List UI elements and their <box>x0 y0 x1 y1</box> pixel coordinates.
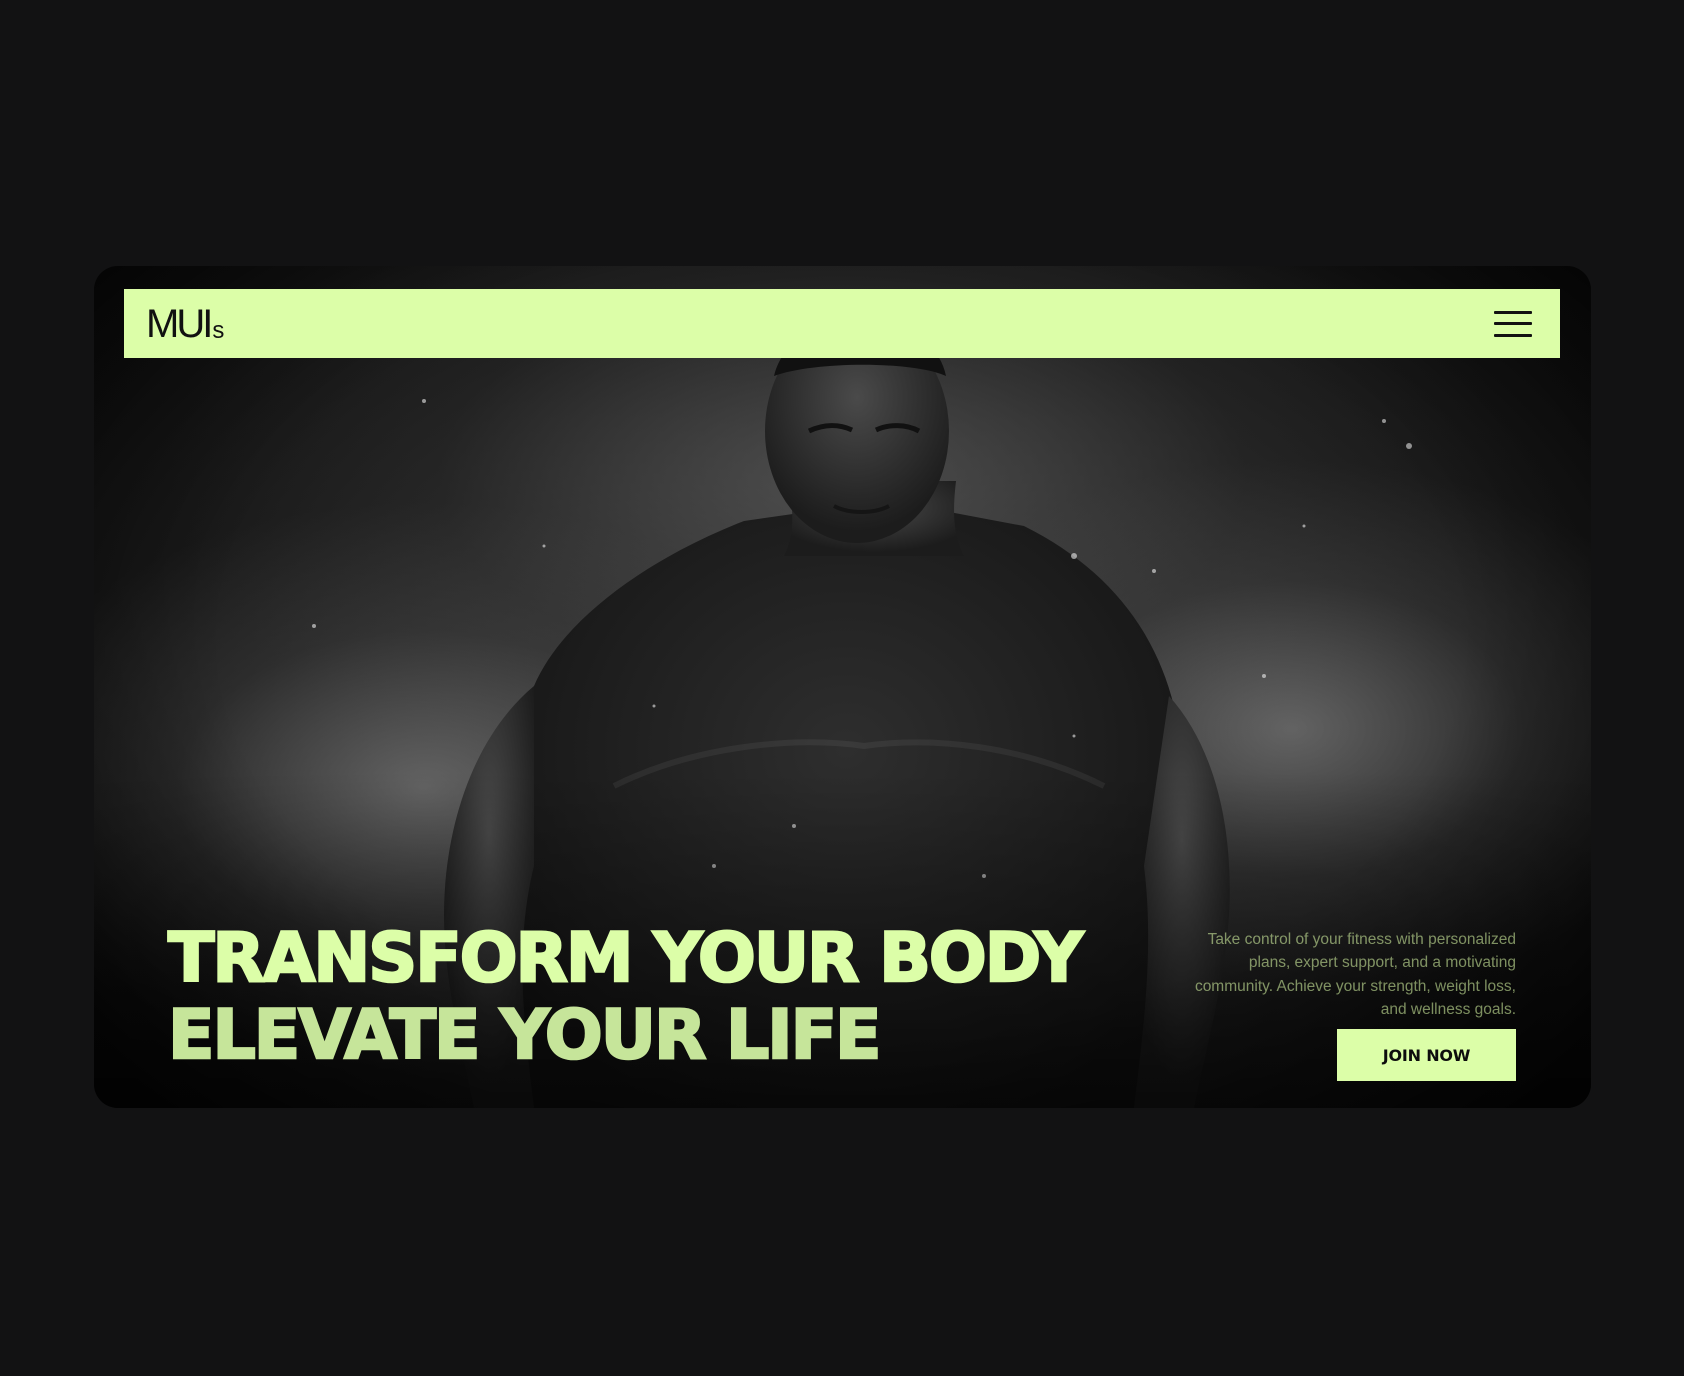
navbar: MUI s <box>124 289 1560 358</box>
hero-tagline: Take control of your fitness with person… <box>1194 930 1516 1019</box>
hamburger-menu-icon[interactable] <box>1494 310 1532 337</box>
menu-line <box>1494 333 1532 337</box>
hero-headline: TRANSFORM YOUR BODY ELEVATE YOUR LIFE <box>167 919 1085 1076</box>
join-now-button[interactable]: JOIN NOW <box>1337 1029 1516 1081</box>
hero-card: MUI s TRANSFORM YOUR BODY ELEVATE YOUR L… <box>94 266 1591 1108</box>
logo-main-text: MUI <box>146 301 213 346</box>
menu-line <box>1494 322 1532 325</box>
menu-line <box>1494 310 1532 314</box>
brand-logo[interactable]: MUI s <box>146 304 224 344</box>
headline-line-1: TRANSFORM YOUR BODY <box>167 919 1085 999</box>
headline-line-2: ELEVATE YOUR LIFE <box>167 996 883 1076</box>
logo-sub-text: s <box>212 316 225 344</box>
